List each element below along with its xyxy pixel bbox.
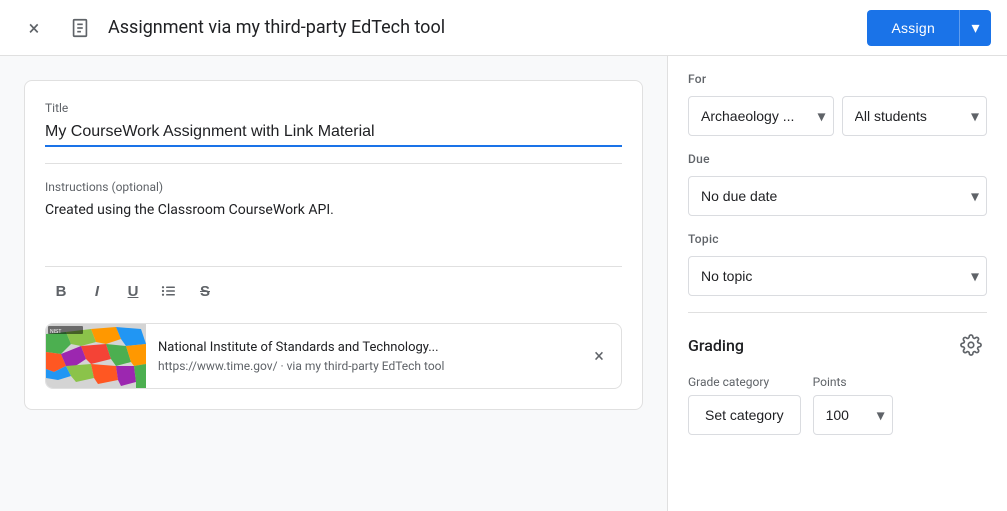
topic-label: Topic bbox=[688, 232, 987, 246]
assign-group: Assign ▾ bbox=[867, 10, 991, 46]
instructions-label: Instructions (optional) bbox=[45, 180, 622, 194]
grade-category-label: Grade category bbox=[688, 375, 801, 389]
points-col: Points 100 ▾ bbox=[813, 375, 893, 435]
class-select[interactable]: Archaeology ... bbox=[688, 96, 834, 136]
close-icon: × bbox=[29, 16, 40, 40]
attachment-thumbnail: NIST bbox=[46, 324, 146, 388]
grade-category-col: Grade category Set category bbox=[688, 375, 801, 435]
title-label: Title bbox=[45, 101, 622, 115]
close-button[interactable]: × bbox=[16, 10, 52, 46]
settings-icon[interactable] bbox=[955, 329, 987, 361]
grading-row: Grade category Set category Points 100 ▾ bbox=[688, 375, 987, 435]
main-layout: Title Instructions (optional) Created us… bbox=[0, 56, 1007, 511]
for-row: Archaeology ... ▾ All students ▾ bbox=[688, 96, 987, 136]
due-select[interactable]: No due date bbox=[688, 176, 987, 216]
svg-text:NIST: NIST bbox=[50, 329, 61, 335]
list-button[interactable] bbox=[153, 275, 185, 307]
assignment-icon bbox=[64, 12, 96, 44]
section-divider bbox=[688, 312, 987, 313]
students-select[interactable]: All students bbox=[842, 96, 988, 136]
left-panel: Title Instructions (optional) Created us… bbox=[0, 56, 667, 511]
students-select-wrapper: All students ▾ bbox=[842, 96, 988, 136]
chevron-down-icon: ▾ bbox=[971, 18, 979, 38]
title-input[interactable] bbox=[45, 119, 622, 147]
right-panel: For Archaeology ... ▾ All students ▾ Due… bbox=[667, 56, 1007, 511]
attachment-url: https://www.time.gov/ · via my third-par… bbox=[158, 359, 569, 373]
topic-select[interactable]: No topic bbox=[688, 256, 987, 296]
italic-button[interactable]: I bbox=[81, 275, 113, 307]
attachment-card: NIST National Institute of Standards and… bbox=[45, 323, 622, 389]
underline-button[interactable]: U bbox=[117, 275, 149, 307]
for-label: For bbox=[688, 72, 987, 86]
topic-select-wrapper: No topic ▾ bbox=[688, 256, 987, 296]
divider-1 bbox=[45, 163, 622, 164]
points-wrapper: 100 ▾ bbox=[813, 395, 893, 435]
grading-title: Grading bbox=[688, 336, 744, 355]
assign-button[interactable]: Assign bbox=[867, 10, 959, 46]
points-select[interactable]: 100 bbox=[813, 395, 893, 435]
instructions-text[interactable]: Created using the Classroom CourseWork A… bbox=[45, 198, 622, 258]
class-select-wrapper: Archaeology ... ▾ bbox=[688, 96, 834, 136]
assignment-card: Title Instructions (optional) Created us… bbox=[24, 80, 643, 410]
page-title: Assignment via my third-party EdTech too… bbox=[108, 17, 855, 38]
bold-button[interactable]: B bbox=[45, 275, 77, 307]
due-select-wrapper: No due date ▾ bbox=[688, 176, 987, 216]
strikethrough-button[interactable]: S bbox=[189, 275, 221, 307]
set-category-button[interactable]: Set category bbox=[688, 395, 801, 435]
attachment-info: National Institute of Standards and Tech… bbox=[146, 332, 581, 381]
points-label: Points bbox=[813, 375, 893, 389]
grading-header: Grading bbox=[688, 329, 987, 361]
due-label: Due bbox=[688, 152, 987, 166]
topbar: × Assignment via my third-party EdTech t… bbox=[0, 0, 1007, 56]
text-toolbar: B I U S bbox=[45, 266, 622, 307]
attachment-close-button[interactable]: × bbox=[581, 338, 617, 374]
assign-dropdown-button[interactable]: ▾ bbox=[959, 10, 991, 46]
attachment-title: National Institute of Standards and Tech… bbox=[158, 340, 569, 355]
